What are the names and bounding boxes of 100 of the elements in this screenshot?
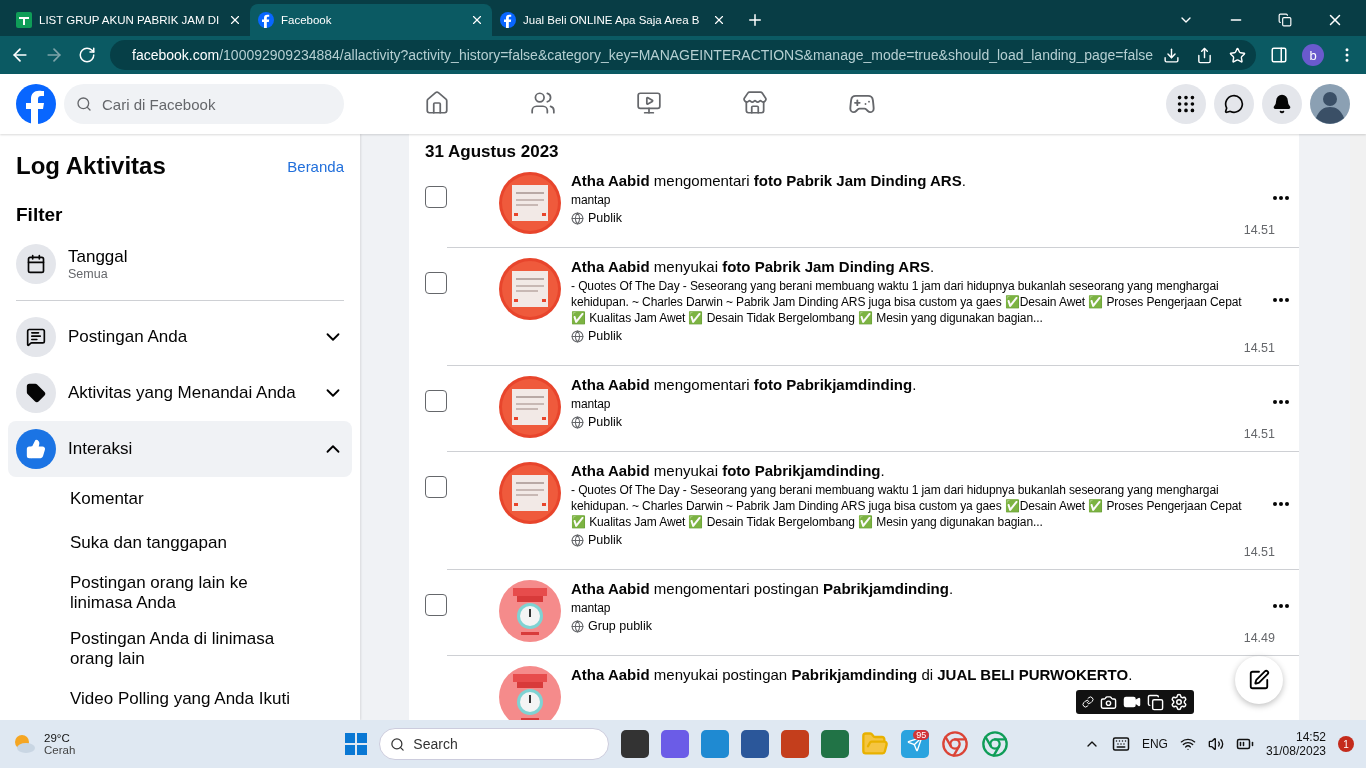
telegram-icon[interactable]: 95 (901, 730, 930, 758)
friends-icon[interactable] (530, 90, 556, 116)
calendar-icon (26, 254, 46, 274)
windows-start-icon[interactable] (345, 733, 368, 755)
subcategory-item[interactable]: Komentar (8, 477, 308, 521)
search-icon (76, 96, 92, 112)
download-icon[interactable] (1163, 46, 1181, 64)
subcategory-item[interactable]: Postingan Anda di linimasa orang lain (8, 621, 308, 677)
more-icon (1273, 399, 1289, 404)
activity-headline: Atha Aabid menyukai foto Pabrik Jam Dinding ARS. (571, 258, 935, 275)
activity-headline: Atha Aabid mengomentari foto Pabrikjamdinding. (571, 376, 917, 393)
volume-icon[interactable] (1207, 736, 1224, 752)
select-checkbox[interactable] (425, 272, 447, 294)
more-icon (1273, 195, 1289, 200)
activity-text: - Quotes Of The Day - Seseorang yang berani membuang waktu 1 jam dari hidupnya bukanlah seseorang yang menghargai kehidupan. ~ Charles Darwin ~ Pabrik Jam Dinding ARS juga bisa custom ya gaes ✅Desain Awet ✅ Proses Pengerjaan Cepat ✅ Kualitas Jam Awet ✅ Desain Tidak Bergelombang ✅ Mesin yang digunakan bagian... (571, 482, 1243, 530)
close-icon[interactable] (470, 13, 484, 27)
more-button[interactable] (1273, 195, 1289, 200)
link-icon[interactable] (1082, 696, 1094, 708)
more-button[interactable] (1273, 603, 1289, 608)
search-field[interactable]: Cari di Facebook (64, 84, 344, 124)
select-checkbox[interactable] (425, 186, 447, 208)
facebook-icon (500, 12, 516, 28)
unread-badge: 95 (913, 730, 930, 740)
facebook-logo[interactable] (16, 84, 56, 124)
audience-label: Publik (571, 533, 623, 547)
spreadsheet-icon (16, 12, 32, 28)
chat-bubble-icon (1224, 94, 1244, 114)
section-heading: Filter (15, 204, 64, 226)
settings-icon[interactable] (1170, 693, 1188, 711)
bookmark-star-icon[interactable] (1229, 46, 1247, 64)
speech-bubble-icon (26, 327, 46, 347)
notification-badge[interactable]: 1 (1338, 736, 1354, 752)
search-icon (390, 736, 406, 752)
address-bar[interactable]: facebook.com/100092909234884/allactivity?activity_history=false&category_key=MANAGEINTERACTIONS&manage_mode=true&should_load_landing_page=false (110, 40, 1256, 70)
taskbar-search[interactable]: Search (379, 728, 610, 760)
activity-headline: Atha Aabid menyukai foto Pabrikjamdinding. (571, 462, 885, 479)
keyboard-icon[interactable] (1111, 735, 1130, 753)
globe-icon (571, 619, 584, 633)
messenger-button[interactable] (1214, 84, 1254, 124)
weather-temperature: 29°C (44, 732, 71, 744)
activity-text: mantap (571, 192, 612, 208)
side-panel-icon[interactable] (1270, 46, 1288, 64)
more-button[interactable] (1273, 399, 1289, 404)
network-icon[interactable] (1179, 736, 1196, 752)
home-link[interactable]: Beranda (287, 157, 344, 175)
window-icon[interactable] (1147, 693, 1164, 711)
camera-icon[interactable] (1100, 693, 1117, 711)
filter-label: Tanggal (68, 247, 128, 266)
notifications-button[interactable] (1262, 84, 1302, 124)
subcategory-item[interactable]: Video Polling yang Anda Ikuti (8, 677, 308, 720)
globe-icon (571, 211, 584, 225)
date-filter[interactable]: Tanggal Semua (8, 236, 352, 292)
video-icon[interactable] (636, 90, 662, 116)
share-icon[interactable] (1196, 46, 1214, 64)
profile-button[interactable]: b (1302, 44, 1324, 66)
filter-category[interactable]: Interaksi (8, 421, 352, 477)
new-tab-icon[interactable] (746, 11, 764, 29)
more-icon (1273, 501, 1289, 506)
audience-label: Publik (571, 211, 623, 225)
close-icon[interactable] (712, 13, 726, 27)
restore-icon[interactable] (1278, 13, 1292, 27)
thumbs-up-icon (26, 439, 46, 459)
activity-text: - Quotes Of The Day - Seseorang yang berani membuang waktu 1 jam dari hidupnya bukanlah seseorang yang menghargai kehidupan. ~ Charles Darwin ~ Pabrik Jam Dinding ARS juga bisa custom ya gaes ✅Desain Awet ✅ Proses Pengerjaan Cepat ✅ Kualitas Jam Awet ✅ Desain Tidak Bergelombang ✅ Mesin yang digunakan bagian... (571, 278, 1243, 326)
menu-button[interactable] (1166, 84, 1206, 124)
select-checkbox[interactable] (425, 594, 447, 616)
browser-icon[interactable] (941, 730, 970, 758)
more-button[interactable] (1273, 297, 1289, 302)
reload-icon[interactable] (78, 46, 96, 64)
activity-text: mantap (571, 396, 612, 412)
language-indicator[interactable]: ENG (1141, 737, 1168, 751)
bell-icon (1272, 94, 1292, 114)
subcategory-item[interactable]: Postingan orang lain ke linimasa Anda (8, 565, 308, 621)
select-checkbox[interactable] (425, 390, 447, 412)
browser-tab[interactable]: LIST GRUP AKUN PABRIK JAM DI (8, 4, 250, 36)
browser-tab[interactable]: Jual Beli ONLINE Apa Saja Area B (492, 4, 734, 36)
more-button[interactable] (1273, 501, 1289, 506)
select-checkbox[interactable] (425, 476, 447, 498)
activity-time: 14.51 (1243, 341, 1275, 355)
subcategory-item[interactable]: Suka dan tanggapan (8, 521, 308, 565)
grid-icon (1175, 93, 1197, 115)
browser-icon[interactable] (981, 730, 1010, 758)
activity-text: mantap (571, 600, 612, 616)
facebook-icon (258, 12, 274, 28)
page-title: Log Aktivitas (16, 152, 166, 180)
clock[interactable]: 14:52 31/08/2023 (1265, 730, 1326, 758)
filter-category[interactable]: Postingan Anda (8, 309, 352, 365)
store-icon[interactable] (742, 90, 768, 116)
activity-time: 14.51 (1243, 545, 1275, 559)
browser-tab[interactable]: Facebook (250, 4, 492, 36)
date-heading: 31 Agustus 2023 (425, 142, 560, 162)
avatar-icon[interactable] (1310, 84, 1350, 124)
filter-category[interactable]: Aktivitas yang Menandai Anda (8, 365, 352, 421)
search-input[interactable]: Cari di Facebook (100, 94, 320, 114)
compose-icon (1248, 669, 1270, 691)
close-icon[interactable] (228, 13, 242, 27)
activity-headline: Atha Aabid mengomentari foto Pabrik Jam Dinding ARS. (571, 172, 966, 189)
home-icon[interactable] (424, 90, 450, 116)
activity-headline: Atha Aabid menyukai postingan Pabrikjamdinding di JUAL BELI PURWOKERTO. (571, 666, 1133, 683)
tag-icon (26, 383, 46, 403)
filter-value: Semua (68, 267, 109, 281)
